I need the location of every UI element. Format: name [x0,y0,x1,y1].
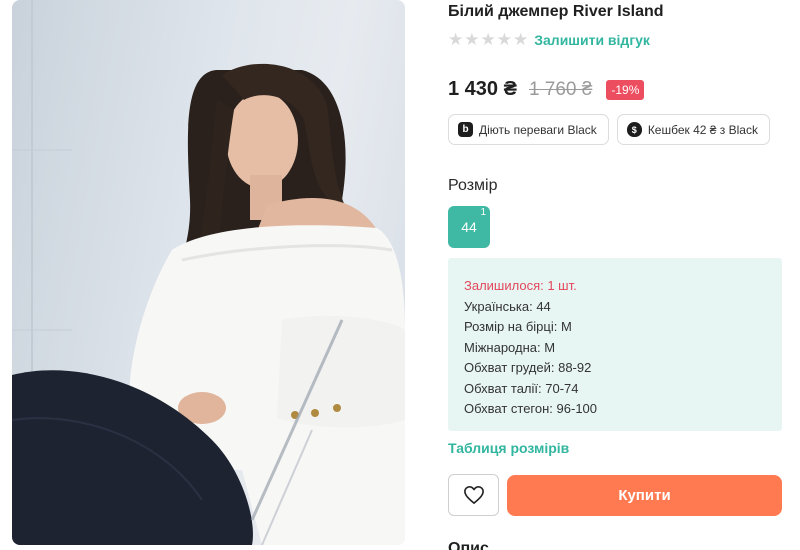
size-details-box: Залишилося: 1 шт. Українська: 44 Розмір … [448,258,782,431]
product-photo-illustration [12,0,405,545]
rating-stars[interactable]: ★ ★ ★ ★ ★ [448,31,528,49]
old-price: 1 760 ₴ [528,78,593,100]
size-table-link[interactable]: Таблиця розмірів [448,440,569,456]
star-icon[interactable]: ★ [513,31,528,49]
money-bag-icon: $ [626,122,642,137]
detail-international-size: Міжнародна: M [464,339,556,355]
current-price: 1 430 ₴ [448,78,517,100]
star-icon[interactable]: ★ [464,31,479,49]
perk-cashback[interactable]: $ Кешбек 42 ₴ з Black [616,114,770,145]
size-stock-count: 1 [480,207,486,218]
product-image[interactable] [12,0,405,545]
heart-icon [463,486,484,504]
rating-row: ★ ★ ★ ★ ★ Залишити відгук [448,31,650,49]
description-heading: Опис [448,540,489,550]
black-b-icon: b [458,122,473,137]
stock-remaining: Залишилося: 1 шт. [464,278,577,293]
size-option-44[interactable]: 44 1 [448,206,490,248]
size-heading: Розмір [448,177,498,194]
perk-label: Діють переваги Black [479,122,597,137]
detail-ukrainian-size: Українська: 44 [464,298,551,314]
star-icon[interactable]: ★ [481,31,496,49]
star-icon[interactable]: ★ [448,31,463,49]
perks-row: b Діють переваги Black $ Кешбек 42 ₴ з B… [448,114,770,145]
add-to-favorites-button[interactable] [448,474,499,516]
product-title: Білий джемпер River Island [448,3,664,20]
perk-black-benefits[interactable]: b Діють переваги Black [448,114,609,145]
perk-label: Кешбек 42 ₴ з Black [647,122,758,137]
detail-tag-size: Розмір на бірці: M [464,319,572,334]
detail-chest: Обхват грудей: 88-92 [464,360,592,375]
leave-review-link[interactable]: Залишити відгук [534,32,650,48]
size-option-label: 44 [461,219,477,235]
discount-badge: -19% [606,79,645,100]
product-info-panel: Білий джемпер River Island ★ ★ ★ ★ ★ Зал… [448,0,788,550]
buy-button[interactable]: Купити [507,475,782,516]
star-icon[interactable]: ★ [497,31,512,49]
price-row: 1 430 ₴ 1 760 ₴ -19% [448,78,645,101]
detail-hips: Обхват стегон: 96-100 [464,401,598,416]
detail-waist: Обхват талії: 70-74 [464,380,579,396]
